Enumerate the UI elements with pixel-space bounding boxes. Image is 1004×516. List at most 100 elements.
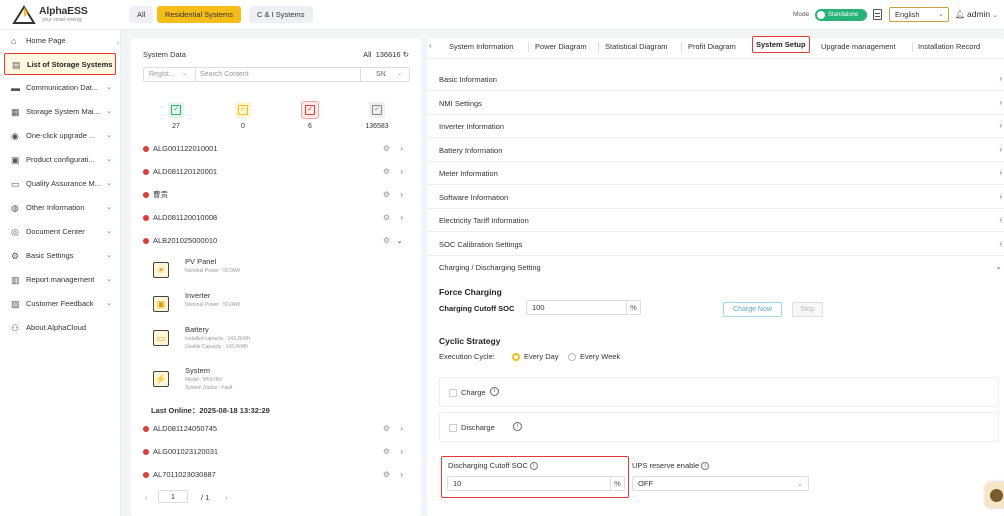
- gear-icon[interactable]: ⚙︎: [383, 210, 390, 226]
- sidebar-item-maintenance[interactable]: ▦ Storage System Mai... ⌄: [4, 101, 116, 123]
- home-icon: ⌂: [11, 36, 17, 46]
- bell-icon[interactable]: 🔔︎: [955, 10, 965, 19]
- language-value: English: [895, 10, 920, 19]
- info-icon[interactable]: i: [529, 462, 538, 470]
- user-menu[interactable]: admin ⌄: [967, 9, 998, 19]
- gear-icon[interactable]: ⚙︎: [383, 467, 390, 483]
- category-all-button[interactable]: All: [129, 6, 154, 23]
- tab-power-diagram[interactable]: Power Diagram: [535, 42, 587, 51]
- sidebar-item-feedback[interactable]: ▧ Customer Feedback ⌄: [4, 293, 116, 315]
- sidebar-item-home[interactable]: ⌂ Home Page: [4, 30, 116, 52]
- gear-icon[interactable]: ⚙︎: [383, 421, 390, 437]
- collapse-sidebar-icon[interactable]: ‹: [117, 40, 119, 47]
- tab-statistical-diagram[interactable]: Statistical Diagram: [605, 42, 668, 51]
- section-charging-discharging[interactable]: Charging / Discharging Setting ⌄: [427, 256, 1004, 279]
- section-battery-information[interactable]: Battery Information ›: [427, 139, 1004, 162]
- section-title: Electricity Tariff Information: [439, 216, 529, 225]
- chevron-right-icon: ›: [999, 215, 1002, 224]
- next-page-icon[interactable]: ›: [225, 493, 228, 502]
- radio-label: Every Week: [580, 352, 621, 361]
- charge-now-button[interactable]: Charge Now: [723, 302, 782, 317]
- search-bar: Regist... ⌄ Search Content SN ⌄: [143, 67, 410, 82]
- section-nmi-settings[interactable]: NMI Settings ›: [427, 92, 1004, 115]
- gear-icon[interactable]: ⚙︎: [383, 164, 390, 180]
- section-title: NMI Settings: [439, 99, 482, 108]
- info-icon[interactable]: i: [490, 387, 499, 396]
- category-residential-button[interactable]: Residential Systems: [157, 6, 241, 23]
- sidebar-item-document-center[interactable]: ◎ Document Center ⌄: [4, 221, 116, 243]
- gear-icon[interactable]: ⚙︎: [383, 141, 390, 157]
- screen-icon[interactable]: [873, 9, 882, 20]
- system-row[interactable]: ALG001122010001 ⚙︎ ›: [141, 141, 411, 157]
- gear-icon[interactable]: ⚙︎: [383, 187, 390, 203]
- battery-icon: ▭: [153, 330, 169, 346]
- info-icon: ◍: [11, 203, 19, 213]
- section-electricity-tariff[interactable]: Electricity Tariff Information ›: [427, 209, 1004, 232]
- page-input[interactable]: 1: [158, 490, 188, 503]
- gear-icon[interactable]: ⚙︎: [383, 444, 390, 460]
- system-row[interactable]: AL7011023030887 ⚙︎ ›: [141, 467, 411, 483]
- section-basic-information[interactable]: Basic Information ›: [427, 68, 1004, 91]
- refresh-icon[interactable]: ↻: [403, 50, 409, 59]
- category-ci-button[interactable]: C & I Systems: [249, 6, 313, 23]
- discharging-cutoff-input[interactable]: 10 %: [447, 476, 625, 491]
- user-name: admin: [967, 9, 991, 19]
- section-title: Charging / Discharging Setting: [439, 263, 541, 272]
- search-by-select[interactable]: SN: [376, 68, 386, 81]
- stat-fault[interactable]: ✓ 6: [290, 101, 330, 130]
- info-icon[interactable]: i: [513, 422, 522, 431]
- chevron-down-icon: ⌄: [992, 12, 999, 19]
- sidebar-item-about[interactable]: ⚇ About AlphaCloud: [4, 317, 116, 339]
- section-inverter-information[interactable]: Inverter Information ›: [427, 115, 1004, 138]
- product-config-icon: ▣: [11, 155, 20, 165]
- force-charging-title: Force Charging: [439, 287, 502, 297]
- ups-reserve-select[interactable]: OFF ⌄: [632, 476, 809, 491]
- stat-offline[interactable]: ✓ 136583: [357, 102, 397, 130]
- section-software-information[interactable]: Software Information ›: [427, 186, 1004, 209]
- sidebar-item-label: Report management: [26, 275, 95, 284]
- component-battery: ▭ Battery Installed capacity : 143.2kWh …: [151, 325, 401, 355]
- tab-profit-diagram[interactable]: Profit Diagram: [688, 42, 736, 51]
- system-row[interactable]: ALG001023120031 ⚙︎ ›: [141, 444, 411, 460]
- floating-assistant-button[interactable]: [985, 482, 1004, 508]
- tabs-prev-icon[interactable]: ‹: [429, 41, 432, 50]
- sidebar-item-label: Home Page: [26, 36, 66, 45]
- system-row[interactable]: ALD081120010008 ⚙︎ ›: [141, 210, 411, 226]
- system-row[interactable]: ALD081120120001 ⚙︎ ›: [141, 164, 411, 180]
- sidebar-item-storage-systems[interactable]: ▤ List of Storage Systems: [4, 53, 116, 75]
- search-input[interactable]: Search Content: [200, 68, 249, 81]
- stop-button[interactable]: Stop: [792, 302, 823, 317]
- section-meter-information[interactable]: Meter Information ›: [427, 162, 1004, 185]
- section-soc-calibration[interactable]: SOC Calibration Settings ›: [427, 233, 1004, 256]
- sidebar-item-report[interactable]: ▥ Report management ⌄: [4, 269, 116, 291]
- system-row[interactable]: ALD081124050745 ⚙︎ ›: [141, 421, 411, 437]
- brand-logo[interactable]: AlphaESS your smart energy: [12, 4, 102, 26]
- system-row[interactable]: 曹贡 ⚙︎ ›: [141, 187, 411, 203]
- charge-checkbox[interactable]: [449, 389, 457, 397]
- sidebar-item-basic-settings[interactable]: ⚙︎ Basic Settings ⌄: [4, 245, 116, 267]
- system-row-expanded[interactable]: ALB201025000010 ⚙︎ ⌄: [141, 233, 411, 249]
- sidebar-item-upgrade[interactable]: ◉ One-click upgrade ... ⌄: [4, 125, 116, 147]
- section-title: Meter Information: [439, 169, 498, 178]
- language-select[interactable]: English ⌄: [889, 7, 949, 22]
- discharge-checkbox[interactable]: [449, 424, 457, 432]
- tab-installation-record[interactable]: Installation Record: [918, 42, 980, 51]
- sidebar-item-communication[interactable]: ▬ Communication Dat... ⌄: [4, 77, 116, 99]
- charging-cutoff-input[interactable]: 100 %: [526, 300, 641, 315]
- tab-system-setup[interactable]: System Setup: [752, 36, 810, 53]
- chevron-right-icon: ›: [400, 144, 403, 153]
- info-icon[interactable]: i: [701, 462, 710, 470]
- sidebar-item-product-config[interactable]: ▣ Product configurati... ⌄: [4, 149, 116, 171]
- tab-system-information[interactable]: System Information: [449, 42, 514, 51]
- mode-toggle[interactable]: Standalone: [815, 9, 867, 21]
- filter-select[interactable]: Regist...: [149, 68, 175, 81]
- stat-warning[interactable]: ✓ 0: [223, 102, 263, 130]
- prev-page-icon[interactable]: ‹: [145, 493, 148, 502]
- stat-normal[interactable]: ✓ 27: [156, 102, 196, 130]
- chevron-right-icon: ›: [400, 167, 403, 176]
- fault-dot: [143, 146, 149, 152]
- sidebar-item-other-info[interactable]: ◍ Other Information ⌄: [4, 197, 116, 219]
- sidebar-item-quality[interactable]: ▭ Quality Assurance M... ⌄: [4, 173, 116, 195]
- tab-upgrade-management[interactable]: Upgrade management: [821, 42, 896, 51]
- gear-icon[interactable]: ⚙︎: [383, 233, 390, 249]
